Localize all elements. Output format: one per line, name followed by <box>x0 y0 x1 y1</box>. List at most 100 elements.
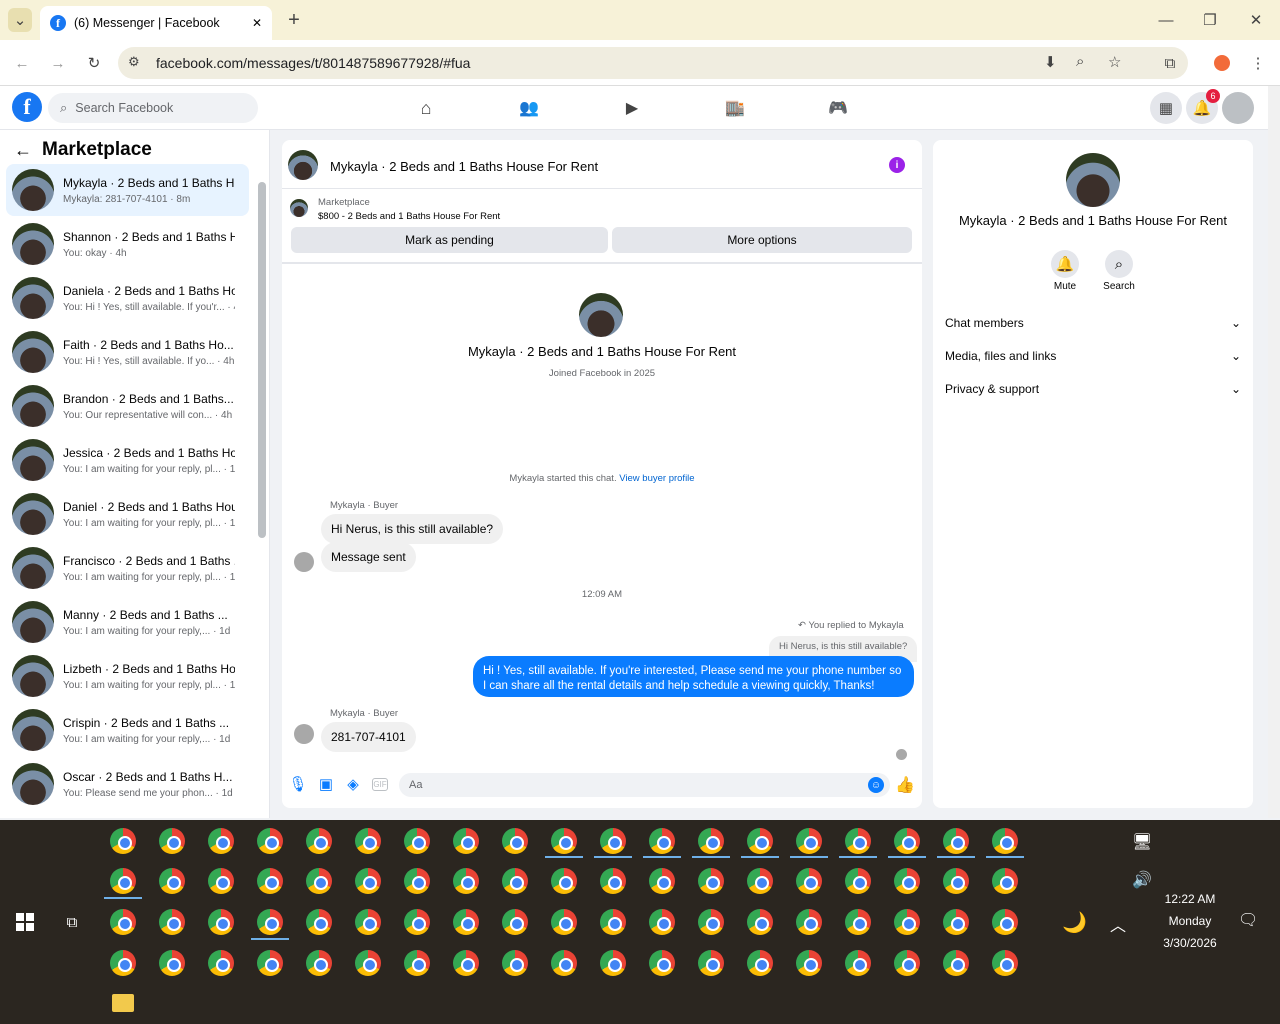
browser-app-icon[interactable] <box>698 909 724 935</box>
browser-app-icon[interactable] <box>845 828 871 854</box>
section-media-files[interactable]: Media, files and links ⌄ <box>945 344 1241 368</box>
info-icon[interactable]: i <box>889 157 905 173</box>
microphone-icon[interactable]: 🎙 <box>288 776 307 793</box>
forward-icon[interactable]: → <box>46 51 70 75</box>
browser-app-icon[interactable] <box>894 868 920 894</box>
browser-app-icon[interactable] <box>649 950 675 976</box>
network-icon[interactable]: 🖥 <box>1132 832 1152 852</box>
browser-app-icon[interactable] <box>110 868 136 894</box>
sticker-icon[interactable]: ◈ <box>345 776 361 793</box>
section-privacy-support[interactable]: Privacy & support ⌄ <box>945 377 1241 401</box>
browser-app-icon[interactable] <box>551 909 577 935</box>
browser-app-icon[interactable] <box>796 828 822 854</box>
browser-app-icon[interactable] <box>551 868 577 894</box>
browser-app-icon[interactable] <box>502 828 528 854</box>
new-tab-button[interactable]: + <box>282 8 306 32</box>
browser-app-icon[interactable] <box>747 909 773 935</box>
browser-app-icon[interactable] <box>257 828 283 854</box>
conversation-item[interactable]: Jessica · 2 Beds and 1 Baths Ho... You: I… <box>6 434 249 486</box>
menu-grid-icon[interactable]: ▦ <box>1150 92 1182 124</box>
browser-app-icon[interactable] <box>600 950 626 976</box>
browser-app-icon[interactable] <box>502 868 528 894</box>
gaming-icon[interactable]: 🎮 <box>818 88 858 128</box>
conversation-item[interactable]: Daniel · 2 Beds and 1 Baths Hou... You: I… <box>6 488 249 540</box>
gif-icon[interactable]: GIF <box>372 778 388 791</box>
conversation-item[interactable]: Lizbeth · 2 Beds and 1 Baths Ho... You: I… <box>6 650 249 702</box>
browser-app-icon[interactable] <box>943 909 969 935</box>
browser-app-icon[interactable] <box>355 909 381 935</box>
details-avatar[interactable] <box>1066 153 1120 207</box>
browser-app-icon[interactable] <box>306 868 332 894</box>
browser-app-icon[interactable] <box>845 909 871 935</box>
browser-app-icon[interactable] <box>453 868 479 894</box>
browser-app-icon[interactable] <box>894 828 920 854</box>
browser-app-icon[interactable] <box>551 828 577 854</box>
video-icon[interactable]: ▶ <box>612 88 652 128</box>
browser-app-icon[interactable] <box>453 950 479 976</box>
browser-app-icon[interactable] <box>208 909 234 935</box>
show-hidden-icons-chevron-up-icon[interactable]: ︿ <box>1110 912 1126 936</box>
tab-search-icon[interactable]: ⌄ <box>8 8 32 32</box>
extensions-icon[interactable]: ⧉ <box>1158 51 1182 75</box>
browser-app-icon[interactable] <box>992 909 1018 935</box>
browser-app-icon[interactable] <box>404 950 430 976</box>
browser-app-icon[interactable] <box>110 950 136 976</box>
section-chat-members[interactable]: Chat members ⌄ <box>945 311 1241 335</box>
browser-app-icon[interactable] <box>110 909 136 935</box>
night-light-icon[interactable]: 🌙 <box>1062 910 1087 935</box>
browser-app-icon[interactable] <box>404 828 430 854</box>
browser-app-icon[interactable] <box>600 868 626 894</box>
browser-app-icon[interactable] <box>257 909 283 935</box>
marketplace-icon[interactable]: 🏬 <box>715 88 755 128</box>
browser-app-icon[interactable] <box>159 868 185 894</box>
start-windows-icon[interactable] <box>16 913 34 931</box>
browser-app-icon[interactable] <box>355 868 381 894</box>
browser-app-icon[interactable] <box>600 909 626 935</box>
restore-button[interactable]: ❐ <box>1198 8 1222 32</box>
search-icon[interactable]: ⌕ <box>1105 250 1133 278</box>
conversation-item[interactable]: Daniela · 2 Beds and 1 Baths Ho... You: H… <box>6 272 249 324</box>
browser-app-icon[interactable] <box>747 950 773 976</box>
thumbs-up-icon[interactable]: 👍 <box>895 776 915 794</box>
browser-app-icon[interactable] <box>943 950 969 976</box>
task-view-icon[interactable]: ⧉ <box>60 910 84 934</box>
browser-app-icon[interactable] <box>355 828 381 854</box>
view-buyer-profile-link[interactable]: View buyer profile <box>619 473 694 484</box>
browser-app-icon[interactable] <box>110 828 136 854</box>
browser-app-icon[interactable] <box>796 868 822 894</box>
browser-app-icon[interactable] <box>698 950 724 976</box>
emoji-icon[interactable]: ☺ <box>868 777 884 793</box>
window-close-button[interactable]: ✕ <box>1244 8 1268 32</box>
browser-app-icon[interactable] <box>159 909 185 935</box>
sender-avatar[interactable] <box>294 552 314 572</box>
browser-app-icon[interactable] <box>355 950 381 976</box>
mark-as-pending-button[interactable]: Mark as pending <box>291 227 608 253</box>
browser-app-icon[interactable] <box>747 828 773 854</box>
site-settings-icon[interactable]: ⚙ <box>128 54 140 70</box>
home-icon[interactable]: ⌂ <box>406 88 446 128</box>
browser-app-icon[interactable] <box>502 909 528 935</box>
reload-icon[interactable]: ↻ <box>82 51 106 75</box>
browser-app-icon[interactable] <box>257 868 283 894</box>
browser-app-icon[interactable] <box>649 909 675 935</box>
browser-app-icon[interactable] <box>747 868 773 894</box>
conversation-item[interactable]: Manny · 2 Beds and 1 Baths ... You: I am … <box>6 596 249 648</box>
incoming-message[interactable]: Hi Nerus, is this still available? <box>321 514 504 544</box>
browser-app-icon[interactable] <box>306 909 332 935</box>
browser-app-icon[interactable] <box>208 950 234 976</box>
message-input[interactable]: Aa ☺ <box>399 773 890 797</box>
browser-app-icon[interactable] <box>453 909 479 935</box>
browser-app-icon[interactable] <box>992 868 1018 894</box>
account-avatar[interactable] <box>1222 92 1254 124</box>
conversation-item[interactable]: Crispin · 2 Beds and 1 Baths ... You: I a… <box>6 704 249 756</box>
browser-app-icon[interactable] <box>992 950 1018 976</box>
search-facebook-input[interactable]: ⌕ Search Facebook <box>48 93 258 123</box>
browser-tab[interactable]: f (6) Messenger | Facebook ✕ <box>40 6 272 40</box>
mute-bell-icon[interactable]: 🔔 <box>1051 250 1079 278</box>
action-center-icon[interactable]: 🗨 <box>1238 910 1258 930</box>
browser-app-icon[interactable] <box>208 828 234 854</box>
incoming-message[interactable]: Message sent <box>321 542 416 572</box>
browser-app-icon[interactable] <box>796 950 822 976</box>
minimize-button[interactable]: — <box>1154 8 1178 32</box>
browser-app-icon[interactable] <box>649 868 675 894</box>
